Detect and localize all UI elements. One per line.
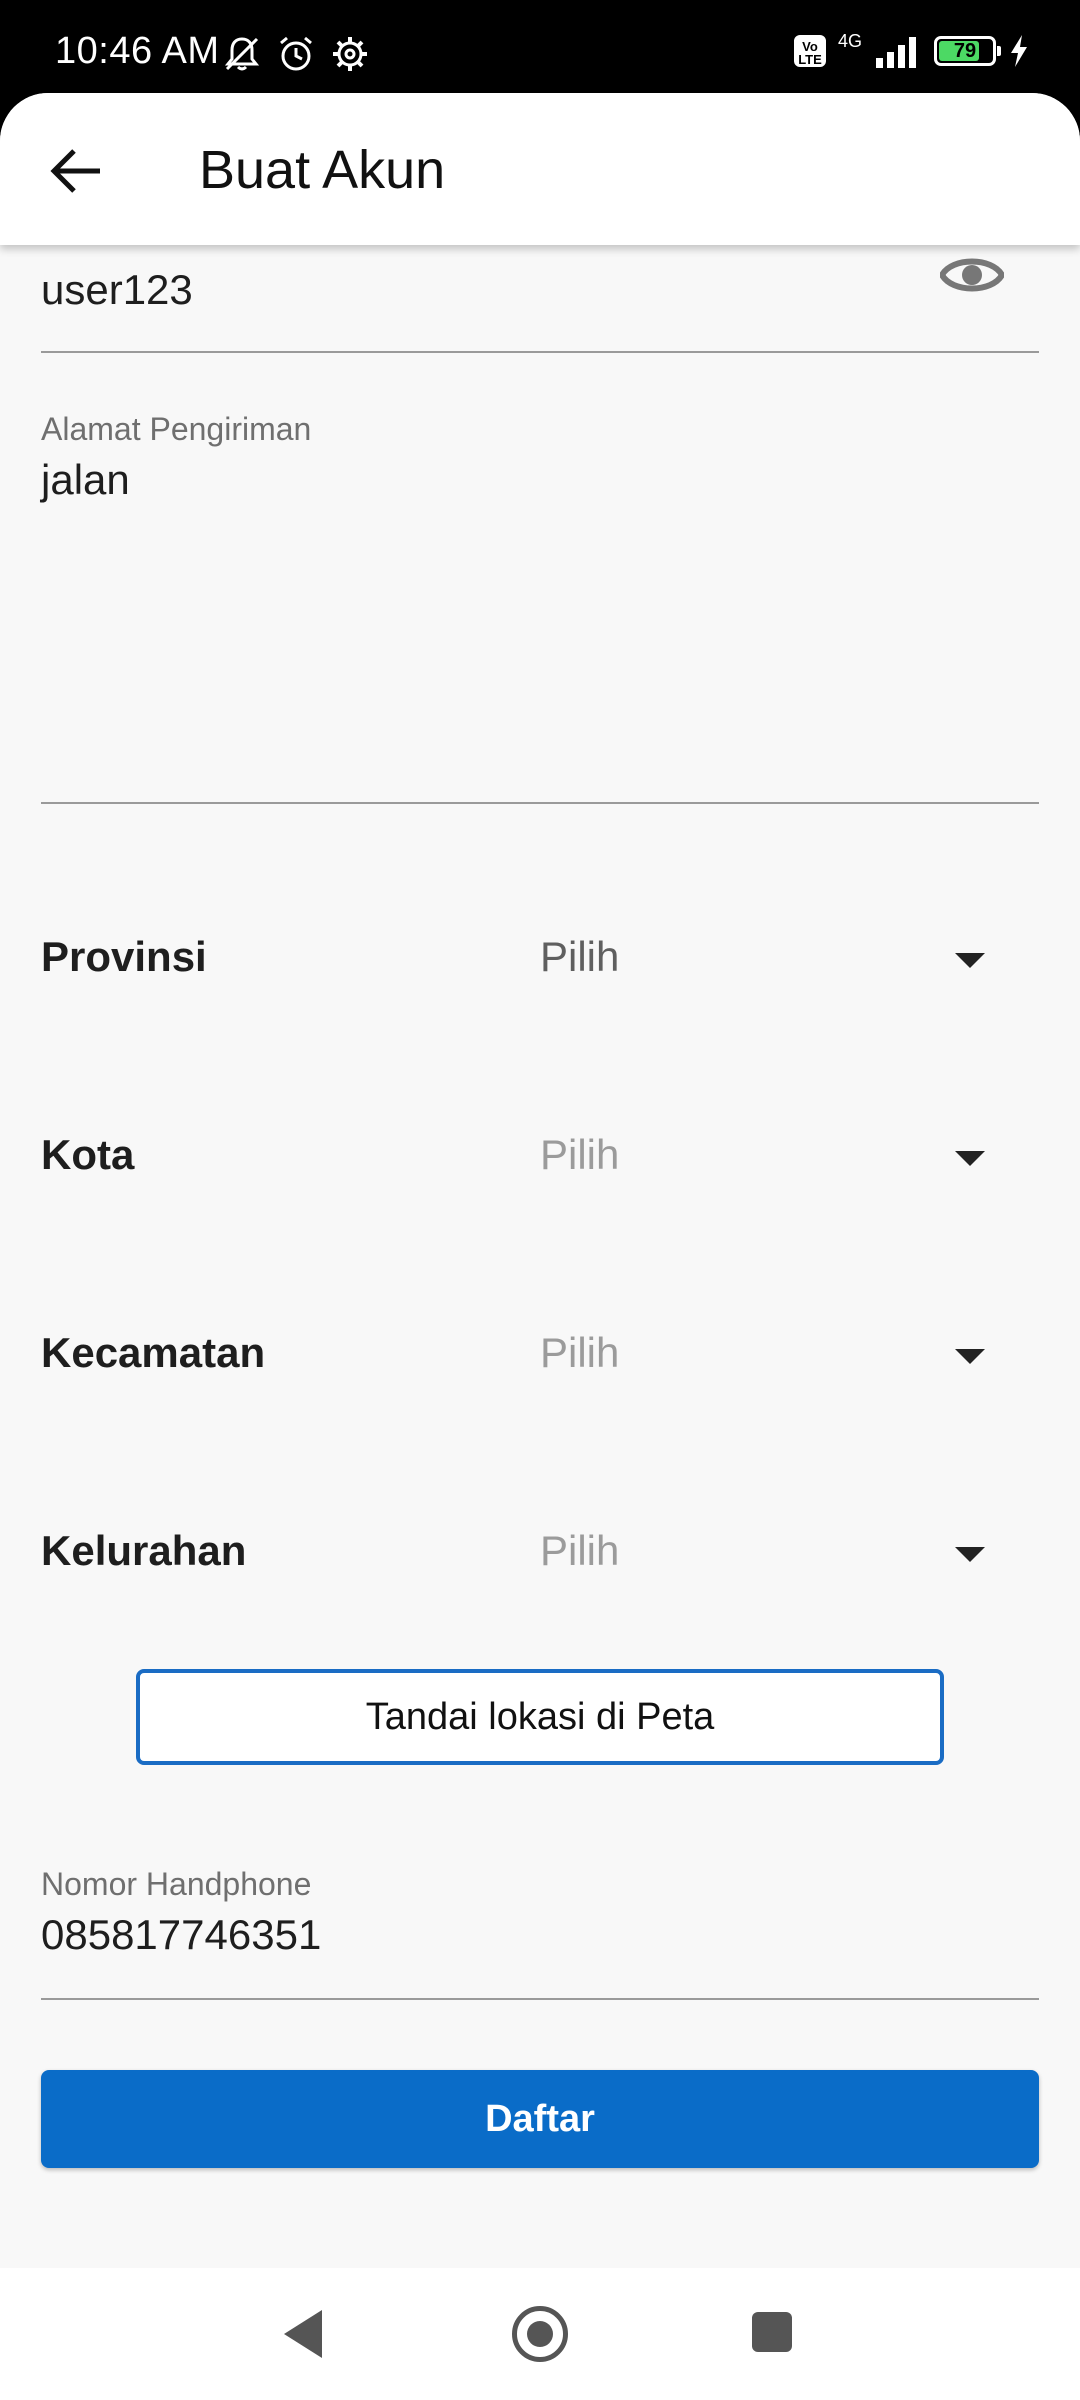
app-bar: Buat Akun bbox=[0, 93, 1080, 245]
navigation-bar bbox=[0, 2268, 1080, 2400]
dropdown-kota[interactable]: Kota Pilih bbox=[0, 1117, 1080, 1197]
status-time: 10:46 AM bbox=[55, 30, 220, 72]
battery-icon: 79 bbox=[934, 36, 1001, 66]
dropdown-kecamatan[interactable]: Kecamatan Pilih bbox=[0, 1315, 1080, 1395]
address-underline bbox=[41, 802, 1039, 804]
dropdown-label: Kelurahan bbox=[41, 1527, 247, 1574]
nav-back-icon[interactable] bbox=[284, 2310, 322, 2358]
dropdown-value: Pilih bbox=[540, 1527, 620, 1574]
screen: 10:46 AM Vo LTE 4G 79 Buat Akun user123 … bbox=[0, 0, 1080, 2400]
nav-recent-icon[interactable] bbox=[752, 2312, 792, 2352]
dropdown-label: Kecamatan bbox=[41, 1329, 266, 1376]
status-bar: 10:46 AM Vo LTE 4G 79 bbox=[0, 0, 1080, 100]
signal-icon bbox=[876, 37, 916, 68]
phone-field[interactable]: 085817746351 bbox=[41, 1911, 321, 1959]
eye-icon[interactable] bbox=[940, 243, 1004, 307]
app-surface: Buat Akun user123 Alamat Pengiriman jala… bbox=[0, 93, 1080, 2268]
phone-label: Nomor Handphone bbox=[41, 1866, 312, 1902]
charging-icon bbox=[1011, 35, 1027, 67]
dropdown-value: Pilih bbox=[540, 933, 620, 980]
nav-home-icon[interactable] bbox=[512, 2306, 568, 2362]
status-icons-left bbox=[222, 34, 370, 74]
caret-down-icon bbox=[955, 1151, 985, 1166]
register-button[interactable]: Daftar bbox=[41, 2070, 1039, 2168]
page-title: Buat Akun bbox=[199, 140, 446, 200]
dropdown-label: Provinsi bbox=[41, 933, 207, 980]
volte-icon: Vo LTE bbox=[793, 35, 826, 67]
phone-underline bbox=[41, 1998, 1039, 2000]
network-type: 4G bbox=[837, 30, 862, 51]
mute-icon bbox=[224, 37, 260, 71]
status-icons-right: Vo LTE 4G 79 bbox=[793, 30, 1030, 68]
back-button[interactable] bbox=[38, 133, 114, 209]
caret-down-icon bbox=[955, 953, 985, 968]
alarm-icon bbox=[280, 36, 312, 71]
caret-down-icon bbox=[955, 1349, 985, 1364]
address-field[interactable]: jalan bbox=[41, 456, 130, 504]
password-underline bbox=[41, 351, 1039, 353]
dropdown-value: Pilih bbox=[540, 1131, 620, 1178]
dropdown-value: Pilih bbox=[540, 1329, 620, 1376]
dropdown-kelurahan[interactable]: Kelurahan Pilih bbox=[0, 1513, 1080, 1593]
caret-down-icon bbox=[955, 1547, 985, 1562]
address-label: Alamat Pengiriman bbox=[41, 411, 312, 447]
settings-icon bbox=[333, 37, 367, 71]
password-field[interactable]: user123 bbox=[41, 266, 193, 314]
arrow-left-icon bbox=[50, 149, 100, 193]
dropdown-label: Kota bbox=[41, 1131, 135, 1178]
dropdown-provinsi[interactable]: Provinsi Pilih bbox=[0, 919, 1080, 999]
battery-percent: 79 bbox=[953, 40, 977, 62]
battery-cap bbox=[997, 46, 1001, 56]
mark-location-button[interactable]: Tandai lokasi di Peta bbox=[136, 1669, 944, 1765]
nav-home-dot bbox=[527, 2321, 553, 2347]
